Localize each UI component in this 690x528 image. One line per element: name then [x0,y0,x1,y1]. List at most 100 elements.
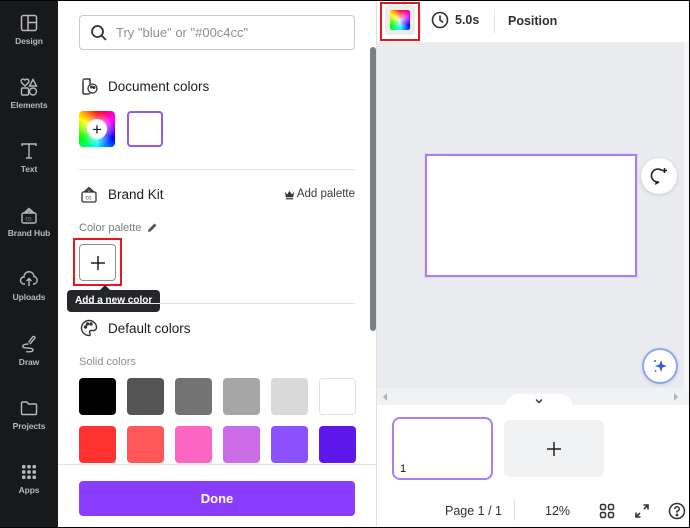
zoom-level[interactable]: 12% [545,504,570,518]
color-swatch[interactable] [79,378,116,415]
canvas-area [377,42,689,388]
add-comment-button[interactable] [641,158,677,194]
color-swatch[interactable] [271,378,308,415]
editor-footer: Page 1 / 1 12% [377,495,689,527]
add-document-color-button[interactable]: + [79,111,115,147]
color-swatch[interactable] [127,378,164,415]
sidebar-item-label: Elements [10,100,48,110]
color-swatch[interactable] [319,426,356,463]
section-title: Document colors [108,78,210,94]
done-button[interactable]: Done [79,481,355,516]
sidebar-item-label: Projects [12,421,46,431]
color-palette-label: Color palette [79,222,158,234]
folder-icon [20,401,38,416]
solid-colors-label: Solid colors [79,356,136,368]
page-indicator[interactable]: Page 1 / 1 [445,504,502,518]
sidebar-item-design[interactable]: Design [0,13,58,69]
brand-icon: CO. [21,207,37,224]
design-page[interactable] [425,154,637,277]
document-color-swatch[interactable] [127,111,163,147]
svg-text:CO.: CO. [25,216,32,221]
palette-icon [80,319,98,337]
app-window: Design Elements Text CO. Brand Hub Uploa… [0,1,689,527]
color-swatch[interactable] [223,426,260,463]
duration-button[interactable]: 5.0s [431,11,479,29]
layout-icon [20,14,38,32]
brand-kit-header: CO. Brand Kit [79,184,164,204]
color-swatch[interactable] [175,426,212,463]
shapes-icon [20,78,38,96]
color-swatch[interactable] [127,426,164,463]
palette-label-text: Color palette [79,222,142,234]
apps-grid-icon [22,465,36,479]
toolbar-separator [420,11,421,33]
sidebar-item-elements[interactable]: Elements [0,77,58,133]
text-color-button[interactable] [385,5,415,35]
sidebar-item-text[interactable]: Text [0,141,58,197]
sparkle-icon [654,360,667,372]
document-colors-header: Document colors [79,76,209,96]
plus-icon [547,441,561,456]
sidebar-item-uploads[interactable]: Uploads [0,269,58,325]
position-button[interactable]: Position [508,14,557,28]
section-title: Brand Kit [108,186,164,202]
sidebar-item-label: Uploads [12,292,46,302]
add-color-tooltip: Add a new color [67,285,161,312]
sidebar-item-apps[interactable]: Apps [0,462,58,518]
help-icon[interactable] [668,502,686,520]
add-page-button[interactable] [504,420,604,477]
color-search-box[interactable] [79,15,355,50]
sidebar-item-label: Design [15,36,43,46]
sidebar-item-label: Draw [18,357,40,367]
svg-text:CO.: CO. [85,195,92,200]
search-icon [91,24,107,41]
scroll-left-icon[interactable] [383,393,387,401]
sidebar-item-label: Brand Hub [7,228,51,238]
panel-footer: Done [58,464,376,527]
color-swatch[interactable] [175,378,212,415]
add-palette-label: Add palette [296,188,355,200]
page-thumbnail[interactable]: 1 [392,417,493,480]
draw-icon [22,335,36,353]
sidebar-item-label: Apps [18,485,40,495]
sidebar-item-draw[interactable]: Draw [0,334,58,390]
rainbow-color-icon [390,10,410,30]
add-new-color-button[interactable] [79,244,116,281]
color-panel: Document colors + CO. Brand Kit Add pale… [58,1,376,527]
chevron-down-icon [535,399,543,404]
document-palette-icon [82,78,98,95]
brand-kit-icon: CO. [81,186,97,203]
sidebar-nav: Design Elements Text CO. Brand Hub Uploa… [0,1,58,527]
sidebar-item-projects[interactable]: Projects [0,398,58,454]
comment-add-icon [650,168,667,185]
editor-toolbar: 5.0s Position [377,1,689,42]
sidebar-item-brand-hub[interactable]: CO. Brand Hub [0,205,58,261]
duration-value: 5.0s [455,13,480,27]
plus-icon [90,255,105,270]
toolbar-separator [494,11,495,33]
color-swatch[interactable] [271,426,308,463]
color-swatch[interactable] [223,378,260,415]
pencil-icon[interactable] [146,222,158,234]
fullscreen-icon[interactable] [633,502,651,520]
divider [79,169,355,170]
grid-view-icon[interactable] [598,502,616,520]
color-swatch[interactable] [319,378,356,415]
default-colors-header: Default colors [79,318,191,338]
clock-icon [431,11,449,29]
canvas-vertical-scrollbar[interactable] [684,42,689,388]
text-icon [21,143,37,159]
scroll-right-icon[interactable] [674,393,678,401]
color-swatch[interactable] [79,426,116,463]
color-search-input[interactable] [116,25,336,40]
add-palette-button[interactable]: Add palette [284,188,355,200]
crown-icon [284,190,294,199]
footer-separator [514,499,515,521]
plus-icon: + [87,119,107,139]
magic-assistant-button[interactable] [642,348,678,384]
sidebar-item-label: Text [20,164,38,174]
page-number: 1 [400,463,407,475]
canvas-horizontal-scrollbar[interactable] [377,388,689,408]
section-title: Default colors [108,320,191,336]
divider [79,303,355,304]
